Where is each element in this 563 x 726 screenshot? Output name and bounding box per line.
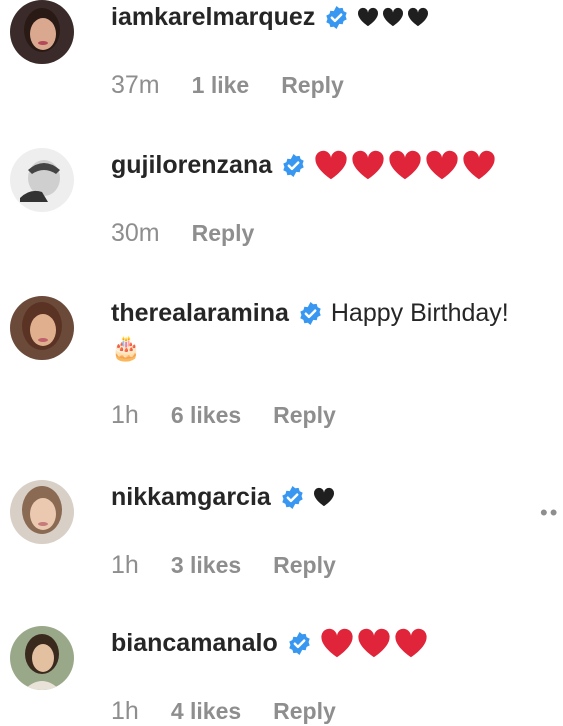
username[interactable]: gujilorenzana — [111, 148, 272, 182]
avatar-image — [10, 148, 74, 212]
black-heart-icon — [407, 7, 429, 27]
red-heart-icon — [351, 149, 385, 181]
heart-emojis — [357, 7, 432, 27]
likes-count[interactable]: 3 likes — [171, 550, 241, 580]
comment-time: 1h — [111, 551, 139, 579]
reply-button[interactable]: Reply — [273, 696, 336, 726]
username[interactable]: iamkarelmarquez — [111, 0, 315, 34]
comment-time: 37m — [111, 71, 160, 99]
verified-badge-icon — [298, 301, 323, 326]
red-heart-icon — [314, 149, 348, 181]
avatar-image — [10, 626, 74, 690]
red-heart-icon — [320, 627, 354, 659]
likes-count[interactable]: 4 likes — [171, 696, 241, 726]
birthday-cake-icon: 🎂 — [111, 335, 141, 362]
likes-count[interactable]: 1 like — [192, 70, 250, 100]
username[interactable]: biancamanalo — [111, 626, 278, 660]
username[interactable]: therealaramina — [111, 296, 289, 330]
reply-button[interactable]: Reply — [192, 218, 255, 248]
heart-emojis — [313, 487, 338, 507]
red-heart-icon — [357, 627, 391, 659]
comment-header: iamkarelmarquez — [111, 0, 432, 34]
likes-count[interactable]: 6 likes — [171, 400, 241, 430]
red-heart-icon — [394, 627, 428, 659]
verified-badge-icon — [287, 631, 312, 656]
comment-time: 1h — [111, 401, 139, 429]
comment-header: nikkamgarcia — [111, 480, 338, 514]
red-heart-icon — [462, 149, 496, 181]
avatar-image — [10, 0, 74, 64]
comment-time: 1h — [111, 697, 139, 725]
heart-emojis — [320, 627, 431, 659]
black-heart-icon — [382, 7, 404, 27]
avatar-image — [10, 296, 74, 360]
reply-button[interactable]: Reply — [273, 550, 336, 580]
black-heart-icon — [357, 7, 379, 27]
comment-meta: 1h 3 likes Reply — [111, 550, 336, 580]
reply-button[interactable]: Reply — [281, 70, 344, 100]
comment-header: gujilorenzana — [111, 148, 499, 182]
comment-meta: 1h 4 likes Reply — [111, 696, 336, 726]
verified-badge-icon — [280, 485, 305, 510]
comment-header: therealaramina Happy Birthday! — [111, 296, 509, 330]
avatar-image — [10, 480, 74, 544]
verified-badge-icon — [281, 153, 306, 178]
comment-meta: 30m Reply — [111, 218, 254, 248]
comment-meta: 37m 1 like Reply — [111, 70, 344, 100]
avatar[interactable] — [10, 480, 74, 544]
comment-meta: 1h 6 likes Reply — [111, 400, 336, 430]
black-heart-icon — [313, 487, 335, 507]
avatar[interactable] — [10, 626, 74, 690]
comment-header: biancamanalo — [111, 626, 431, 660]
red-heart-icon — [425, 149, 459, 181]
avatar[interactable] — [10, 148, 74, 212]
avatar[interactable] — [10, 0, 74, 64]
red-heart-icon — [388, 149, 422, 181]
reply-button[interactable]: Reply — [273, 400, 336, 430]
comment-time: 30m — [111, 219, 160, 247]
avatar[interactable] — [10, 296, 74, 360]
comment-text: Happy Birthday! — [330, 299, 509, 327]
heart-emojis — [314, 149, 499, 181]
more-options-icon[interactable]: •• — [540, 502, 559, 524]
username[interactable]: nikkamgarcia — [111, 480, 271, 514]
verified-badge-icon — [324, 5, 349, 30]
